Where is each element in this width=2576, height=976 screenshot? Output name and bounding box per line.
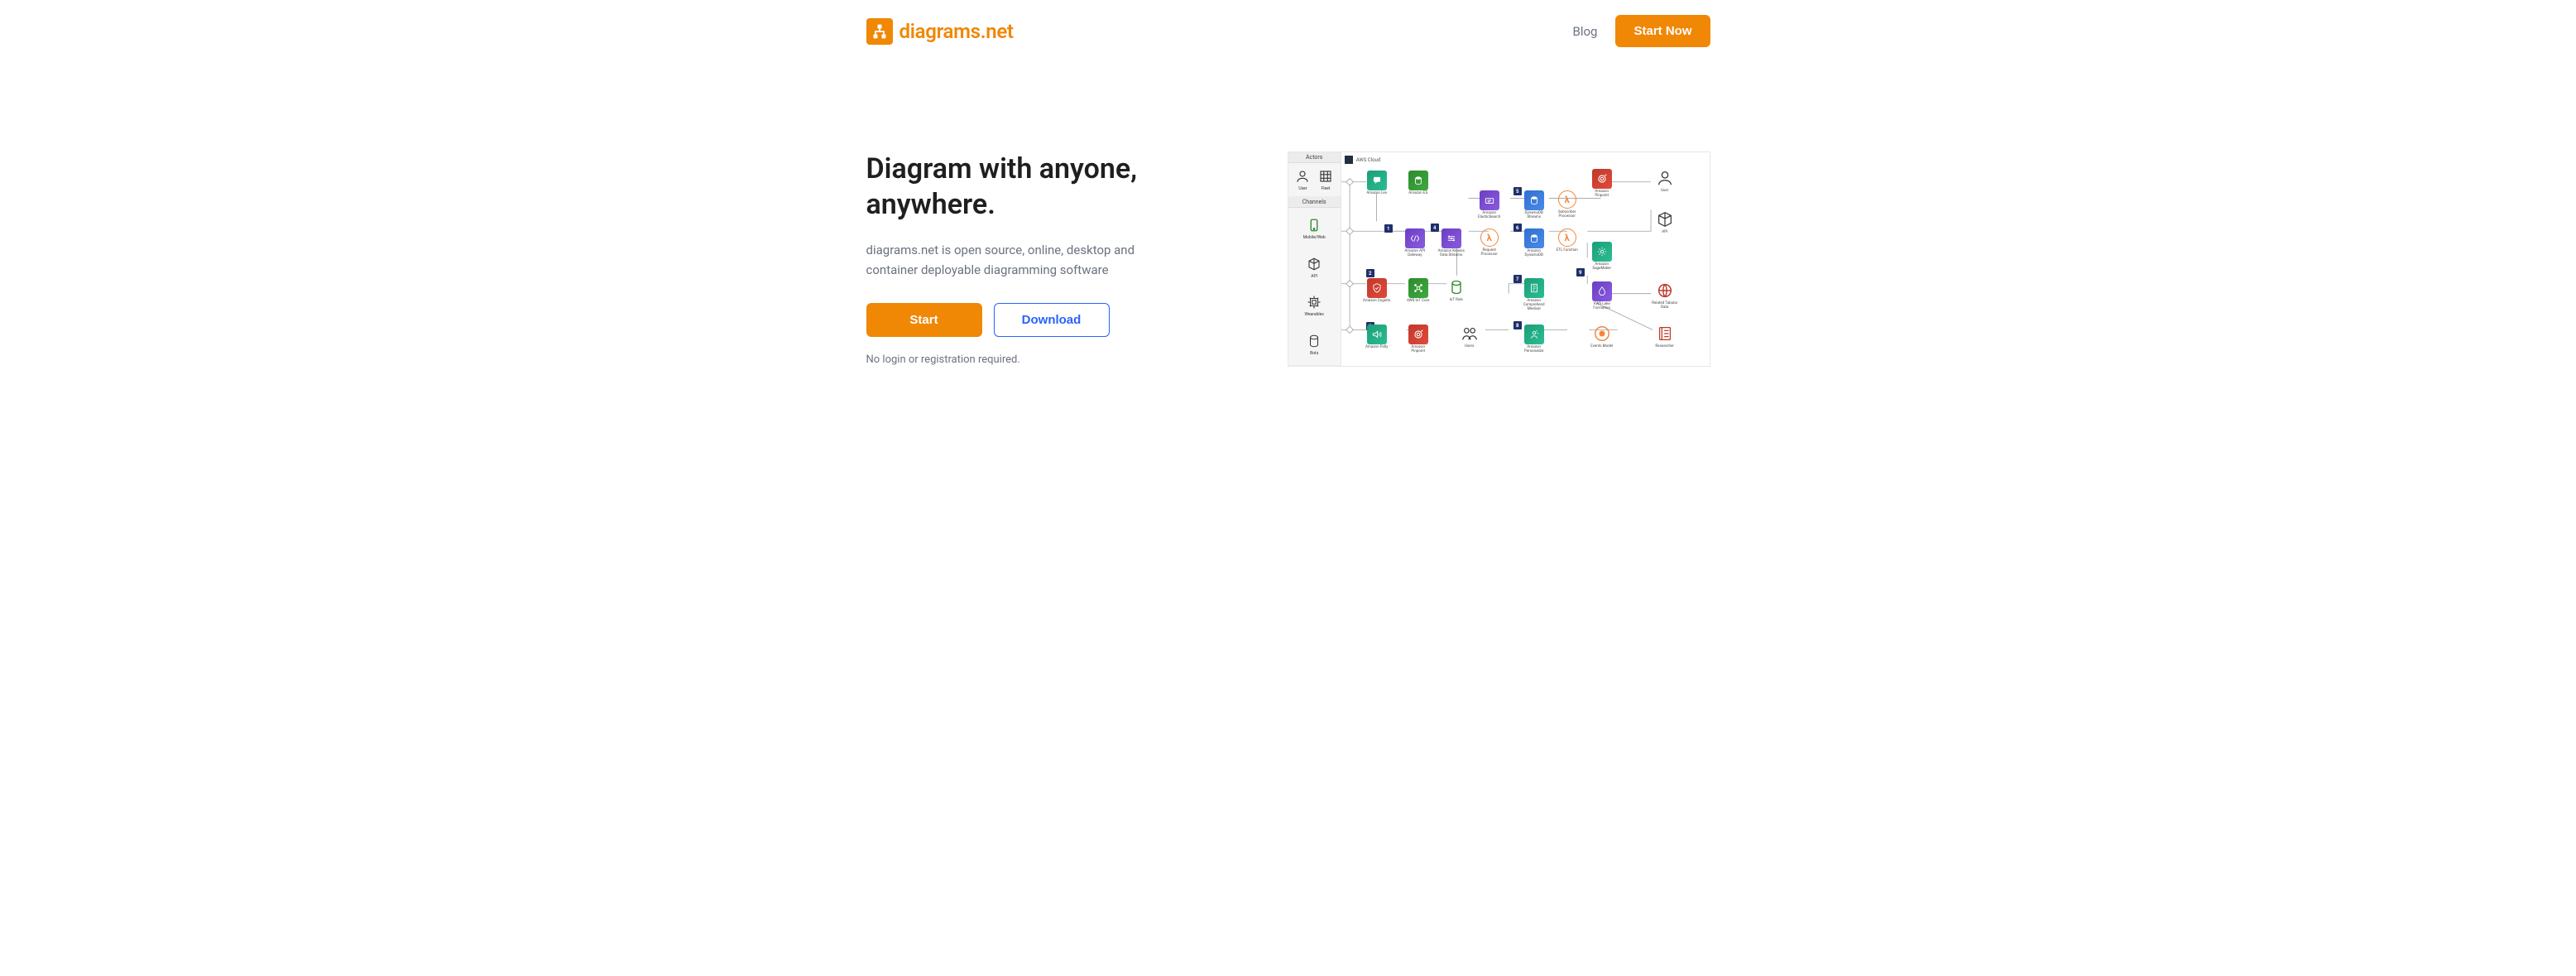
node-comprehend[interactable]: Amazon Comprehend Medical <box>1520 278 1548 312</box>
sidebar-channels-title: Channels <box>1288 197 1341 208</box>
hero-title-line2: anywhere. <box>866 188 995 221</box>
chip-icon <box>1306 294 1322 310</box>
header: diagrams.net Blog Start Now <box>866 10 1710 52</box>
node-pinpoint-bottom[interactable]: Amazon Pinpoint <box>1404 325 1432 354</box>
diagram-preview: Actors User Fleet Channe <box>1288 151 1710 367</box>
brand[interactable]: diagrams.net <box>866 18 1014 45</box>
nav: Blog Start Now <box>1573 15 1710 47</box>
node-output-researcher[interactable]: Researcher <box>1653 325 1677 349</box>
hero-copy: Diagram with anyone, anywhere. diagrams.… <box>866 151 1254 366</box>
start-now-button[interactable]: Start Now <box>1615 15 1710 47</box>
sidebar-channel-api[interactable]: API <box>1292 256 1337 279</box>
diagram-canvas[interactable]: AWS Cloud <box>1341 152 1710 366</box>
node-lake-formation[interactable]: AWS Lake Formation <box>1588 281 1616 311</box>
node-users-group[interactable]: Users <box>1457 325 1482 349</box>
node-api-gateway[interactable]: Amazon API Gateway <box>1401 228 1429 258</box>
node-related-data[interactable]: Related Tabular Data <box>1649 281 1681 310</box>
sidebar-channel-mobile[interactable]: Mobile/Web <box>1292 217 1337 240</box>
node-output-api[interactable]: API <box>1653 210 1677 234</box>
hero-note: No login or registration required. <box>866 353 1254 366</box>
brand-logo-icon <box>866 18 893 45</box>
download-button[interactable]: Download <box>994 303 1110 337</box>
hero-title: Diagram with anyone, anywhere. <box>866 151 1254 222</box>
node-kinesis[interactable]: Amazon Kinesis Data Streams <box>1437 228 1465 258</box>
node-subscriber-processor[interactable]: λ Subscriber Processor <box>1555 190 1580 219</box>
cube-icon <box>1306 256 1322 272</box>
node-request-processor[interactable]: λ Request Processor <box>1477 228 1502 257</box>
node-amazon-es[interactable]: Amazon ES <box>1404 171 1432 196</box>
node-events-model[interactable]: Events Model <box>1590 325 1614 349</box>
node-iot-rule[interactable]: IoT Rule <box>1444 278 1469 302</box>
sidebar-channel-wearables[interactable]: Wearables <box>1292 294 1337 317</box>
step-badge-1: 1 <box>1384 224 1393 233</box>
step-badge-2: 2 <box>1366 269 1374 277</box>
node-iot-core[interactable]: AWS IoT Core <box>1404 278 1432 304</box>
node-etl-function[interactable]: λ ETL Function <box>1555 228 1580 252</box>
sidebar-actors-title: Actors <box>1288 152 1341 163</box>
hero-title-line1: Diagram with anyone, <box>866 152 1138 185</box>
phone-icon <box>1306 217 1322 233</box>
sidebar-actor-fleet[interactable]: Fleet <box>1317 168 1334 191</box>
grid-icon <box>1317 168 1334 185</box>
node-personalize[interactable]: Amazon Personalize <box>1520 325 1548 354</box>
node-output-user[interactable]: User <box>1653 169 1677 193</box>
sidebar-actors-row: User Fleet <box>1288 163 1341 197</box>
start-button[interactable]: Start <box>866 303 982 337</box>
hero-actions: Start Download <box>866 303 1254 337</box>
node-dynamodb-streams[interactable]: DynamoDB Streams <box>1520 190 1548 220</box>
hero-subtitle: diagrams.net is open source, online, des… <box>866 240 1181 280</box>
sidebar-channel-bots[interactable]: Bots <box>1292 333 1337 356</box>
user-icon <box>1294 168 1311 185</box>
node-sagemaker[interactable]: Amazon SageMaker <box>1588 242 1616 272</box>
sidebar-actor-user[interactable]: User <box>1294 168 1311 191</box>
node-polly[interactable]: Amazon Polly <box>1363 325 1391 350</box>
node-elasticsearch[interactable]: Amazon ElasticSearch <box>1475 190 1504 220</box>
step-badge-9: 9 <box>1576 268 1585 276</box>
cylinder-icon <box>1306 333 1322 349</box>
hero: Diagram with anyone, anywhere. diagrams.… <box>866 151 1710 367</box>
node-cognito[interactable]: Amazon Cognito <box>1363 278 1391 304</box>
node-amazon-lex[interactable]: Amazon Lex <box>1363 171 1391 196</box>
nav-blog-link[interactable]: Blog <box>1573 24 1598 39</box>
brand-name: diagrams.net <box>899 20 1014 43</box>
diagram-sidebar: Actors User Fleet Channe <box>1288 152 1341 366</box>
node-pinpoint-top[interactable]: Amazon Pinpoint <box>1588 169 1616 199</box>
node-dynamodb[interactable]: Amazon DynamoDB <box>1520 228 1548 258</box>
